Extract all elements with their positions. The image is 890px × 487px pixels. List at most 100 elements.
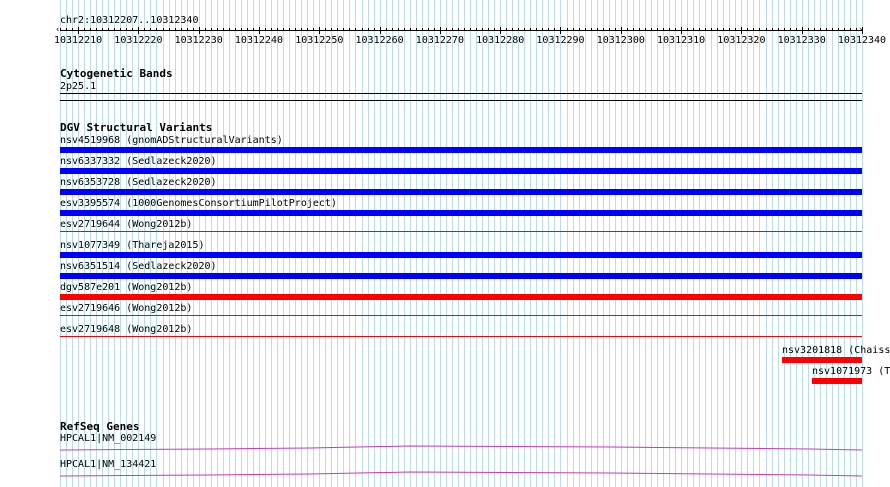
variant-label: nsv4519968 (gnomADStructuralVariants) — [60, 135, 283, 146]
cytoband-track-title: Cytogenetic Bands — [60, 67, 173, 80]
ruler-minor-tick — [295, 28, 296, 31]
ruler-minor-tick — [753, 28, 754, 31]
ruler-minor-tick — [494, 28, 495, 31]
ruler-minor-tick — [651, 28, 652, 31]
variant-label: nsv3201818 (Chaiss — [782, 345, 890, 356]
variant-bar[interactable] — [812, 378, 862, 384]
ruler-tick — [319, 27, 320, 34]
ruler-minor-tick — [506, 28, 507, 31]
ruler-minor-tick — [428, 28, 429, 31]
ruler-minor-tick — [343, 28, 344, 31]
ruler-minor-tick — [90, 28, 91, 31]
ruler-tick-label: 10312210 — [53, 35, 103, 46]
variant-label: nsv6337332 (Sedlazeck2020) — [60, 156, 217, 167]
ruler-minor-tick — [120, 28, 121, 31]
variant-bar[interactable] — [60, 147, 862, 153]
ruler-minor-tick — [211, 28, 212, 31]
ruler-minor-tick — [579, 28, 580, 31]
ruler-minor-tick — [163, 28, 164, 31]
ruler-tick — [621, 27, 622, 34]
ruler-minor-tick — [820, 28, 821, 31]
ruler-minor-tick — [416, 28, 417, 31]
ruler-minor-tick — [398, 28, 399, 31]
ruler-minor-tick — [735, 28, 736, 31]
ruler-minor-tick — [72, 28, 73, 31]
ruler-minor-tick — [657, 28, 658, 31]
variant-bar[interactable] — [60, 231, 862, 232]
ruler-tick-label: 10312230 — [174, 35, 223, 46]
ruler-minor-tick — [205, 28, 206, 31]
ruler-minor-tick — [603, 28, 604, 31]
variant-bar[interactable] — [60, 273, 862, 279]
variant-label: nsv6351514 (Sedlazeck2020) — [60, 261, 217, 272]
variant-bar[interactable] — [60, 336, 862, 337]
variant-label: nsv1077349 (Thareja2015) — [60, 240, 205, 251]
ruler-minor-tick — [778, 28, 779, 31]
ruler-tick — [560, 27, 561, 34]
ruler-minor-tick — [84, 28, 85, 31]
ruler-minor-tick — [567, 28, 568, 31]
variant-bar[interactable] — [60, 168, 862, 174]
gene-model[interactable] — [60, 470, 862, 478]
ruler-minor-tick — [247, 28, 248, 31]
ruler-minor-tick — [132, 28, 133, 31]
ruler-minor-tick — [790, 28, 791, 31]
ruler-minor-tick — [536, 28, 537, 31]
ruler-minor-tick — [609, 28, 610, 31]
ruler-minor-tick — [639, 28, 640, 31]
ruler-tick-label: 10312320 — [717, 35, 766, 46]
ruler-minor-tick — [711, 28, 712, 31]
ruler-tick-label: 10312300 — [596, 35, 645, 46]
ruler-minor-tick — [591, 28, 592, 31]
cytoband-bar[interactable] — [60, 93, 862, 94]
variant-bar[interactable] — [60, 189, 862, 195]
ruler-tick-label: 10312260 — [355, 35, 404, 46]
ruler-minor-tick — [512, 28, 513, 31]
ruler-tick — [259, 27, 260, 34]
ruler-minor-tick — [181, 28, 182, 31]
ruler-minor-tick — [615, 28, 616, 31]
variant-label: esv2719644 (Wong2012b) — [60, 219, 193, 230]
variant-bar[interactable] — [782, 357, 862, 363]
ruler-minor-tick — [645, 28, 646, 31]
ruler-minor-tick — [542, 28, 543, 31]
ruler-tick — [78, 27, 79, 34]
ruler-minor-tick — [229, 28, 230, 31]
ruler-minor-tick — [850, 28, 851, 31]
ruler-minor-tick — [699, 28, 700, 31]
ruler-minor-tick — [392, 28, 393, 31]
ruler-minor-tick — [386, 28, 387, 31]
ruler-tick — [741, 27, 742, 34]
ruler-minor-tick — [838, 28, 839, 31]
gene-label: HPCAL1|NM_134421 — [60, 459, 157, 470]
ruler-minor-tick — [548, 28, 549, 31]
ruler-minor-tick — [331, 28, 332, 31]
ruler-minor-tick — [362, 28, 363, 31]
ruler-minor-tick — [66, 28, 67, 31]
variant-label: nsv6353728 (Sedlazeck2020) — [60, 177, 217, 188]
ruler-tick — [199, 27, 200, 34]
gene-model[interactable] — [60, 444, 862, 452]
variant-label: esv3395574 (1000GenomesConsortiumPilotPr… — [60, 198, 337, 209]
ruler-minor-tick — [669, 28, 670, 31]
variant-bar[interactable] — [60, 294, 862, 300]
variant-bar[interactable] — [60, 315, 862, 316]
variant-label: dgv587e201 (Wong2012b) — [60, 282, 193, 293]
ruler-minor-tick — [277, 28, 278, 31]
ruler-minor-tick — [705, 28, 706, 31]
ruler-minor-tick — [187, 28, 188, 31]
ruler-minor-tick — [271, 28, 272, 31]
variant-bar[interactable] — [60, 252, 862, 258]
ruler-minor-tick — [434, 28, 435, 31]
ruler-minor-tick — [723, 28, 724, 31]
gene-label: HPCAL1|NM_002149 — [60, 433, 157, 444]
ruler-minor-tick — [301, 28, 302, 31]
ruler-minor-tick — [169, 28, 170, 31]
ruler-minor-tick — [307, 28, 308, 31]
ruler-minor-tick — [832, 28, 833, 31]
variant-bar[interactable] — [60, 210, 862, 216]
ruler-minor-tick — [675, 28, 676, 31]
variant-label: esv2719646 (Wong2012b) — [60, 303, 193, 314]
ruler-tick — [862, 27, 863, 34]
ruler-tick-label: 10312290 — [536, 35, 585, 46]
